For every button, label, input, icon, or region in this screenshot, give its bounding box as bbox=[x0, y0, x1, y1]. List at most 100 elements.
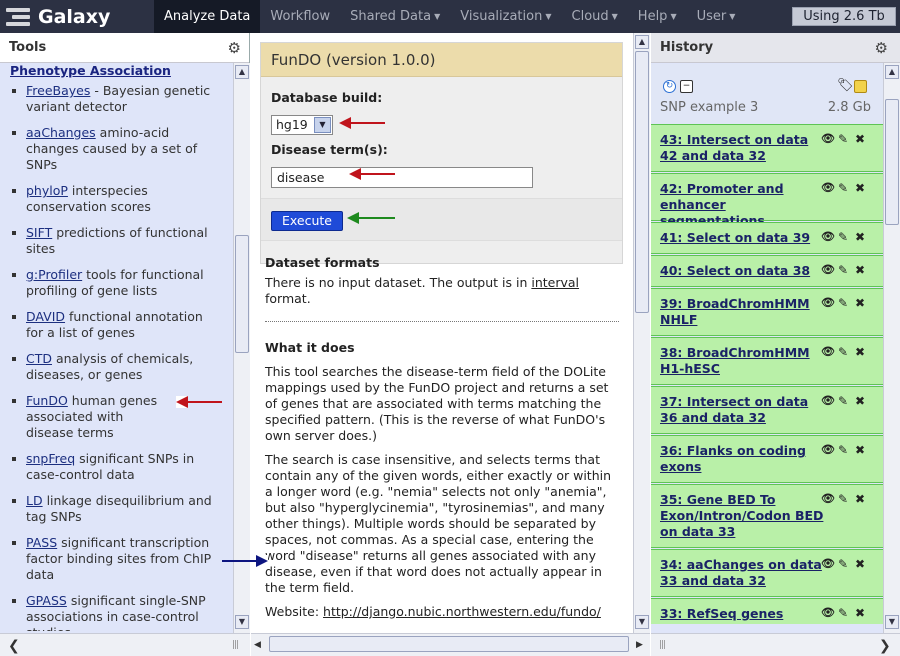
tab-analyze-data[interactable]: Analyze Data bbox=[154, 0, 261, 33]
eye-icon[interactable]: 👁 bbox=[821, 132, 835, 145]
scroll-right-icon[interactable]: ▶ bbox=[636, 640, 643, 650]
tool-link-phylop[interactable]: phyloP bbox=[26, 183, 68, 198]
collapse-icon[interactable]: − bbox=[680, 80, 693, 93]
tool-item[interactable]: snpFreq significant SNPs in case-control… bbox=[12, 451, 222, 483]
disease-term-input[interactable]: disease bbox=[271, 167, 533, 188]
tool-item[interactable]: FreeBayes - Bayesian genetic variant det… bbox=[12, 83, 222, 115]
tab-cloud[interactable]: Cloud ▼ bbox=[562, 0, 628, 33]
database-build-select[interactable]: hg19 ▼ bbox=[271, 115, 333, 135]
delete-icon[interactable]: ✖ bbox=[855, 296, 865, 310]
tool-link-sift[interactable]: SIFT bbox=[26, 225, 52, 240]
annotation-icon[interactable] bbox=[854, 80, 867, 93]
scroll-up-icon[interactable]: ▲ bbox=[885, 65, 899, 79]
scroll-down-icon[interactable]: ▼ bbox=[235, 615, 249, 629]
dataset-title[interactable]: 35: Gene BED To Exon/Intron/Codon BED on… bbox=[660, 492, 825, 540]
refresh-icon[interactable]: ↻ bbox=[663, 80, 676, 93]
history-dataset[interactable]: 40: Select on data 38 👁 ✎ ✖ bbox=[651, 255, 883, 287]
right-panel-footer[interactable]: ||| ❯ bbox=[651, 633, 900, 656]
dataset-title[interactable]: 38: BroadChromHMM H1-hESC bbox=[660, 345, 825, 377]
tag-icon[interactable]: 🏷 bbox=[837, 79, 854, 93]
dataset-title[interactable]: 33: RefSeq genes bbox=[660, 606, 825, 622]
dataset-title[interactable]: 41: Select on data 39 bbox=[660, 230, 825, 246]
eye-icon[interactable]: 👁 bbox=[821, 345, 835, 358]
tool-link-ctd[interactable]: CTD bbox=[26, 351, 52, 366]
tool-panel-scrollbar[interactable]: ▲ ▼ bbox=[233, 63, 250, 633]
history-dataset[interactable]: 37: Intersect on data 36 and data 32 👁 ✎ ✖ bbox=[651, 386, 883, 434]
pencil-icon[interactable]: ✎ bbox=[838, 181, 848, 195]
tool-item[interactable]: GPASS significant single-SNP association… bbox=[12, 593, 222, 631]
eye-icon[interactable]: 👁 bbox=[821, 181, 835, 194]
tool-item[interactable]: FunDO human genes associated with diseas… bbox=[12, 393, 162, 441]
delete-icon[interactable]: ✖ bbox=[855, 181, 865, 195]
delete-icon[interactable]: ✖ bbox=[855, 557, 865, 571]
eye-icon[interactable]: 👁 bbox=[821, 606, 835, 619]
history-dataset[interactable]: 35: Gene BED To Exon/Intron/Codon BED on… bbox=[651, 484, 883, 548]
pencil-icon[interactable]: ✎ bbox=[838, 394, 848, 408]
tool-section-title[interactable]: Phenotype Association bbox=[10, 63, 171, 78]
delete-icon[interactable]: ✖ bbox=[855, 132, 865, 146]
dataset-title[interactable]: 43: Intersect on data 42 and data 32 bbox=[660, 132, 825, 164]
tool-item[interactable]: LD linkage disequilibrium and tag SNPs bbox=[12, 493, 222, 525]
eye-icon[interactable]: 👁 bbox=[821, 394, 835, 407]
scroll-thumb[interactable] bbox=[885, 99, 899, 225]
tool-link-snpfreq[interactable]: snpFreq bbox=[26, 451, 75, 466]
tab-workflow[interactable]: Workflow bbox=[260, 0, 340, 33]
history-scrollbar[interactable]: ▲ ▼ bbox=[883, 63, 900, 633]
pencil-icon[interactable]: ✎ bbox=[838, 557, 848, 571]
history-dataset[interactable]: 39: BroadChromHMM NHLF 👁 ✎ ✖ bbox=[651, 288, 883, 336]
tool-item[interactable]: DAVID functional annotation for a list o… bbox=[12, 309, 222, 341]
chevron-down-icon[interactable]: ▼ bbox=[314, 117, 331, 133]
delete-icon[interactable]: ✖ bbox=[855, 606, 865, 620]
center-hscrollbar[interactable]: ◀ ▶ bbox=[251, 633, 650, 656]
eye-icon[interactable]: 👁 bbox=[821, 263, 835, 276]
tool-link-ld[interactable]: LD bbox=[26, 493, 43, 508]
pencil-icon[interactable]: ✎ bbox=[838, 132, 848, 146]
tool-item[interactable]: SIFT predictions of functional sites bbox=[12, 225, 222, 257]
tool-link-pass[interactable]: PASS bbox=[26, 535, 57, 550]
tab-shared-data[interactable]: Shared Data ▼ bbox=[340, 0, 450, 33]
history-dataset[interactable]: 33: RefSeq genes 👁 ✎ ✖ bbox=[651, 598, 883, 624]
center-scrollbar[interactable]: ▲ ▼ bbox=[633, 33, 650, 633]
scroll-thumb[interactable] bbox=[235, 235, 249, 353]
tool-link-gpass[interactable]: GPASS bbox=[26, 593, 67, 608]
eye-icon[interactable]: 👁 bbox=[821, 296, 835, 309]
execute-button[interactable]: Execute bbox=[271, 211, 343, 231]
tool-item[interactable]: CTD analysis of chemicals, diseases, or … bbox=[12, 351, 222, 383]
scroll-thumb[interactable] bbox=[635, 51, 649, 313]
gear-icon[interactable]: ⚙ bbox=[228, 33, 241, 63]
tab-visualization[interactable]: Visualization ▼ bbox=[450, 0, 561, 33]
scroll-down-icon[interactable]: ▼ bbox=[885, 615, 899, 629]
eye-icon[interactable]: 👁 bbox=[821, 230, 835, 243]
pencil-icon[interactable]: ✎ bbox=[838, 296, 848, 310]
brand[interactable]: Galaxy bbox=[6, 4, 110, 30]
tool-item[interactable]: phyloP interspecies conservation scores bbox=[12, 183, 222, 215]
delete-icon[interactable]: ✖ bbox=[855, 443, 865, 457]
tool-link-david[interactable]: DAVID bbox=[26, 309, 65, 324]
dataset-title[interactable]: 39: BroadChromHMM NHLF bbox=[660, 296, 825, 328]
history-dataset[interactable]: 34: aaChanges on data 33 and data 32 👁 ✎ ✖ bbox=[651, 549, 883, 597]
drag-handle-icon[interactable]: ||| bbox=[659, 640, 666, 650]
tool-link-aachanges[interactable]: aaChanges bbox=[26, 125, 96, 140]
gear-icon[interactable]: ⚙ bbox=[875, 33, 888, 63]
scroll-up-icon[interactable]: ▲ bbox=[235, 65, 249, 79]
pencil-icon[interactable]: ✎ bbox=[838, 230, 848, 244]
left-panel-footer[interactable]: ❮ ||| bbox=[0, 633, 250, 656]
interval-format-link[interactable]: interval bbox=[531, 275, 579, 290]
tool-item[interactable]: PASS significant transcription factor bi… bbox=[12, 535, 222, 583]
tool-item[interactable]: g:Profiler tools for functional profilin… bbox=[12, 267, 222, 299]
tool-link-freebayes[interactable]: FreeBayes bbox=[26, 83, 90, 98]
history-dataset[interactable]: 43: Intersect on data 42 and data 32 👁 ✎ ✖ bbox=[651, 124, 883, 172]
delete-icon[interactable]: ✖ bbox=[855, 263, 865, 277]
website-link[interactable]: http://django.nubic.northwestern.edu/fun… bbox=[323, 604, 601, 619]
history-name[interactable]: SNP example 3 bbox=[660, 100, 758, 115]
tab-help[interactable]: Help ▼ bbox=[628, 0, 687, 33]
hscroll-thumb[interactable] bbox=[269, 636, 629, 652]
drag-handle-icon[interactable]: ||| bbox=[232, 640, 239, 650]
pencil-icon[interactable]: ✎ bbox=[838, 443, 848, 457]
scroll-up-icon[interactable]: ▲ bbox=[635, 35, 649, 49]
eye-icon[interactable]: 👁 bbox=[821, 492, 835, 505]
delete-icon[interactable]: ✖ bbox=[855, 345, 865, 359]
delete-icon[interactable]: ✖ bbox=[855, 230, 865, 244]
scroll-left-icon[interactable]: ◀ bbox=[254, 640, 261, 650]
tool-link-fundo[interactable]: FunDO bbox=[26, 393, 68, 408]
